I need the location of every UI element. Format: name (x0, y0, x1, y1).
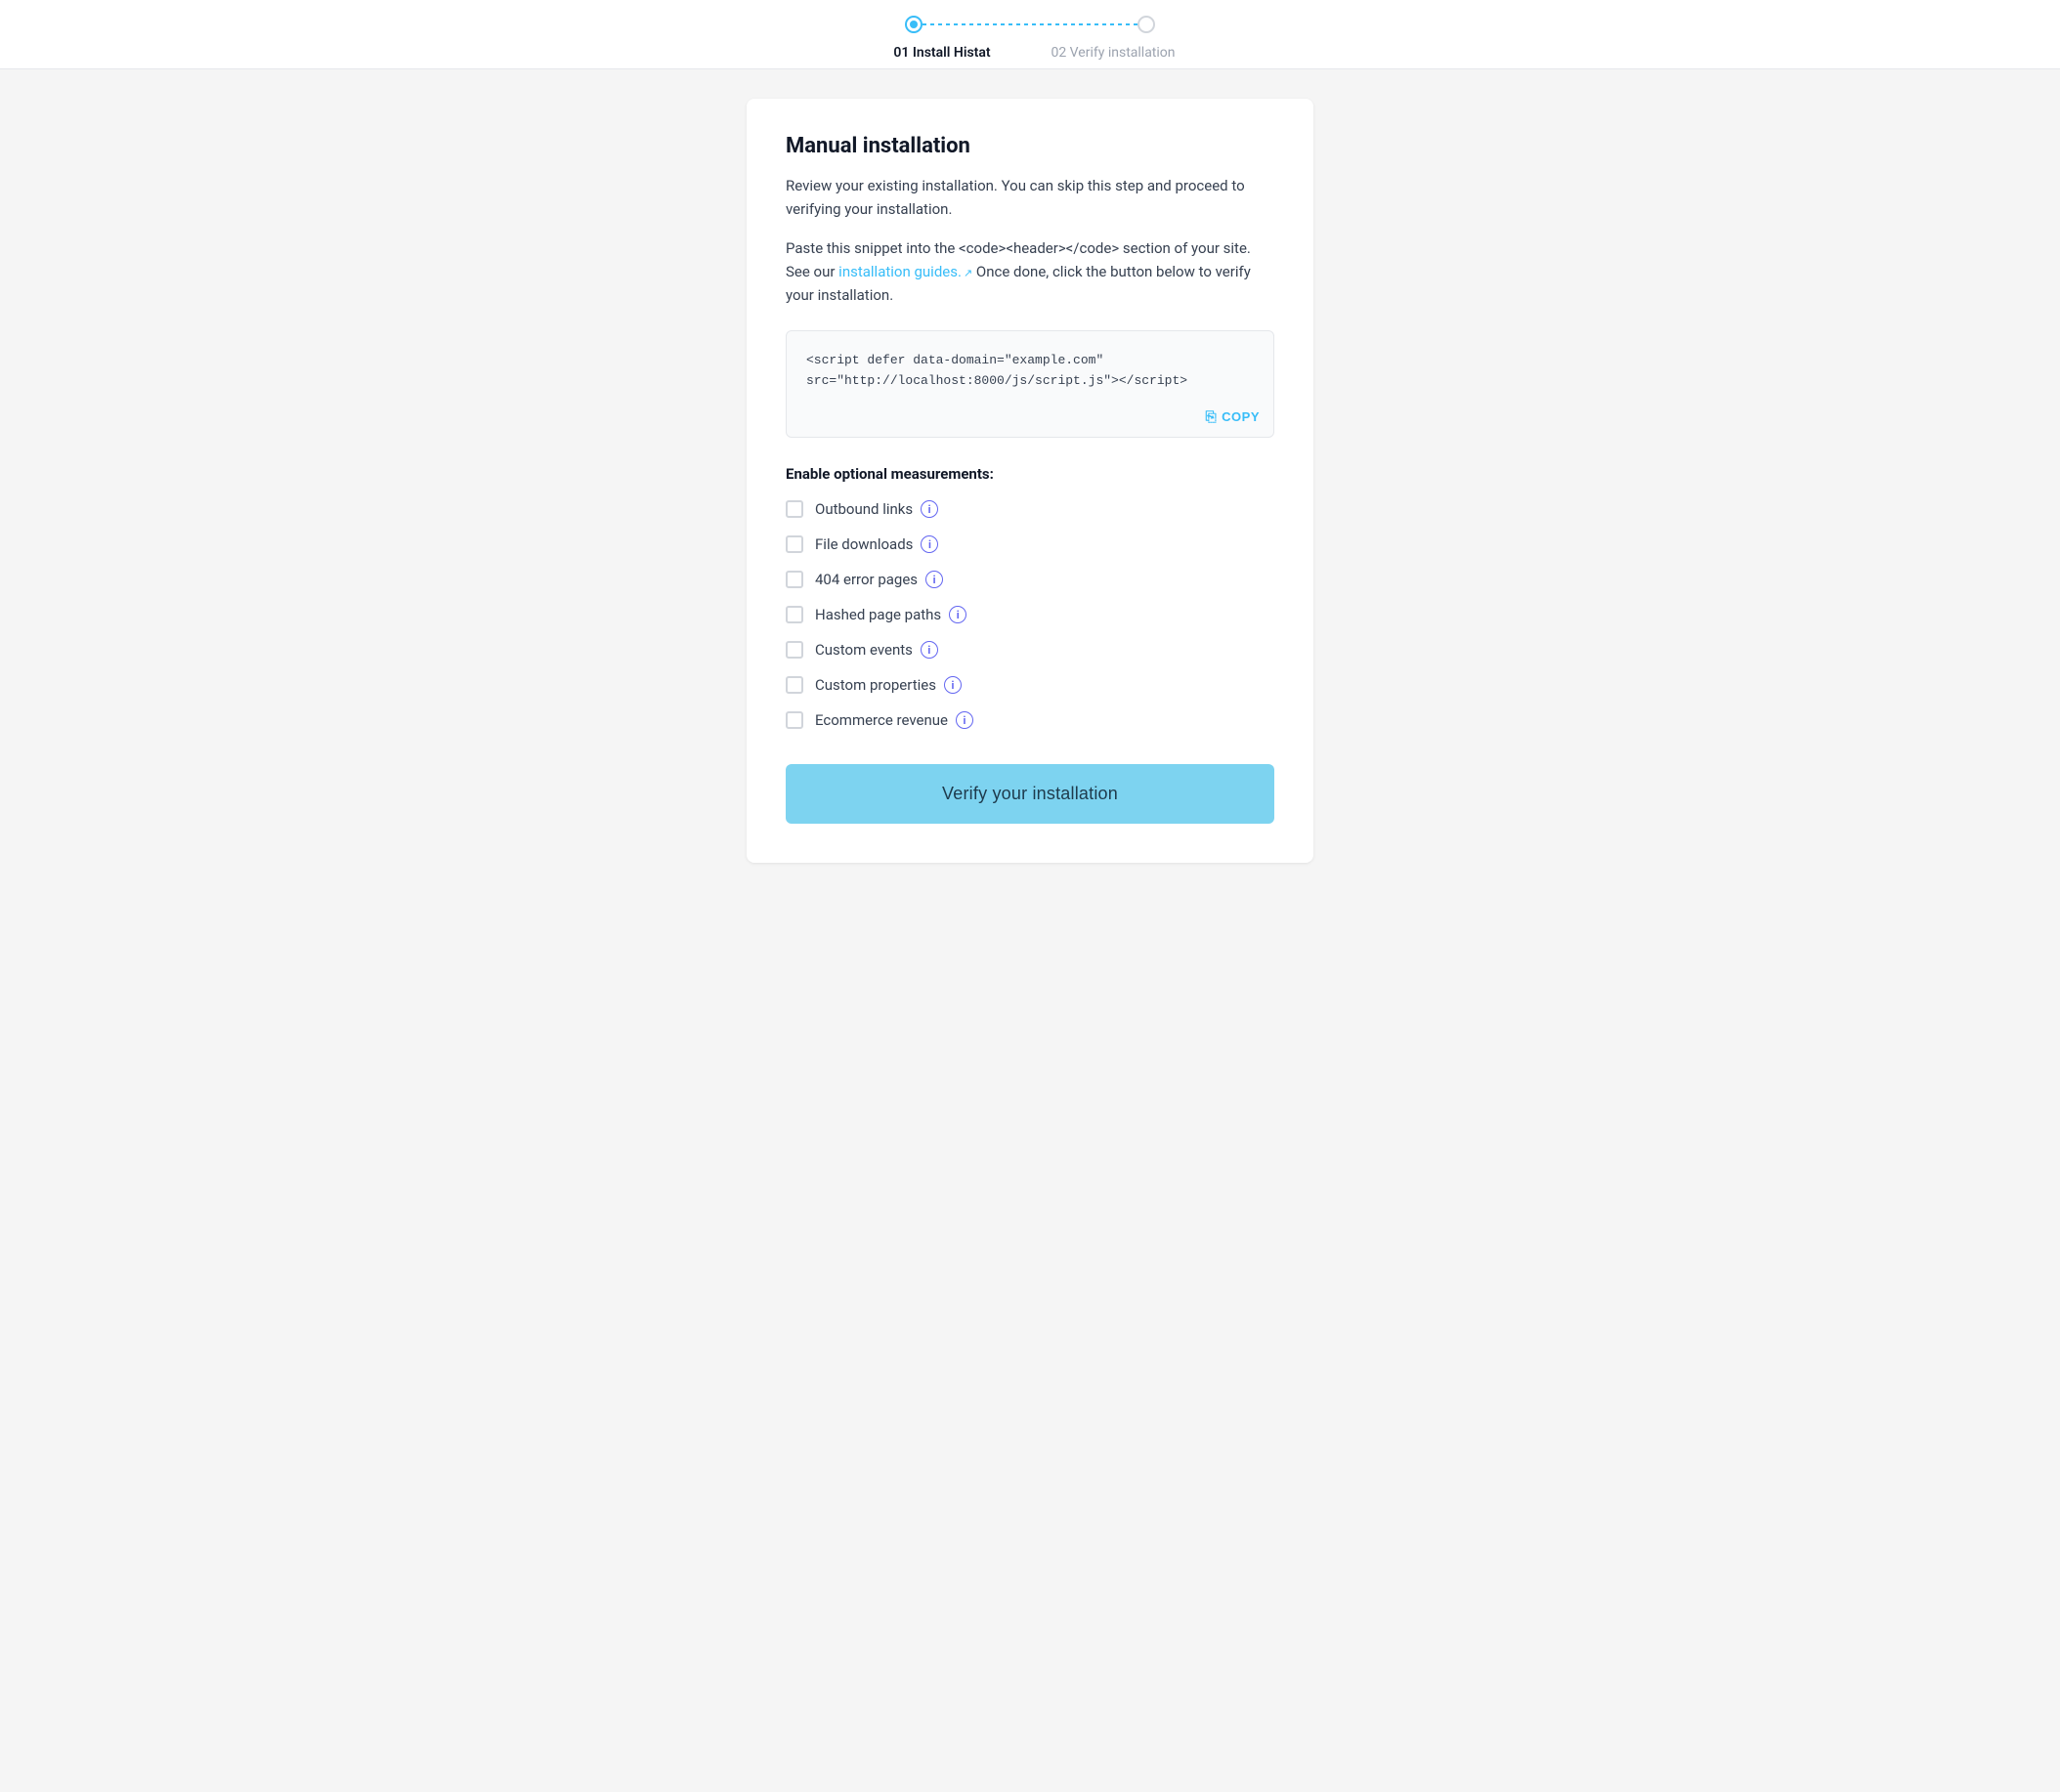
measurements-label: Enable optional measurements: (786, 465, 1274, 483)
customprops-info-icon[interactable]: i (944, 676, 962, 694)
copy-button[interactable]: ⎘ COPY (1205, 408, 1260, 425)
checkbox-item-customprops: Custom properties i (786, 676, 1274, 694)
checkbox-item-hashed: Hashed page paths i (786, 606, 1274, 623)
hashed-label-text: Hashed page paths (815, 606, 941, 623)
step-line (923, 23, 1137, 25)
step1-label: 01 Install Histat (859, 45, 1025, 61)
ecommerce-info-icon[interactable]: i (956, 711, 973, 729)
code-block: <script defer data-domain="example.com"s… (786, 330, 1274, 438)
filedownloads-checkbox[interactable] (786, 535, 803, 553)
404pages-checkbox[interactable] (786, 571, 803, 588)
ecommerce-checkbox[interactable] (786, 711, 803, 729)
main-card: Manual installation Review your existing… (747, 99, 1313, 863)
ecommerce-label: Ecommerce revenue i (815, 711, 973, 729)
hashed-info-icon[interactable]: i (949, 606, 966, 623)
customevents-info-icon[interactable]: i (921, 641, 938, 659)
filedownloads-label: File downloads i (815, 535, 938, 553)
hashed-checkbox[interactable] (786, 606, 803, 623)
step-labels: 01 Install Histat 02 Verify installation (859, 45, 1201, 61)
checkbox-item-customevents: Custom events i (786, 641, 1274, 659)
external-link-icon: ↗ (964, 265, 972, 282)
outbound-label: Outbound links i (815, 500, 938, 518)
step1-circle (905, 16, 923, 33)
customevents-checkbox[interactable] (786, 641, 803, 659)
customprops-checkbox[interactable] (786, 676, 803, 694)
step2-label: 02 Verify installation (1025, 45, 1201, 61)
outbound-label-text: Outbound links (815, 500, 913, 518)
customevents-label: Custom events i (815, 641, 938, 659)
checkbox-item-outbound: Outbound links i (786, 500, 1274, 518)
checkbox-list: Outbound links i File downloads i 404 er… (786, 500, 1274, 729)
404pages-label-text: 404 error pages (815, 571, 918, 588)
filedownloads-info-icon[interactable]: i (921, 535, 938, 553)
hashed-label: Hashed page paths i (815, 606, 966, 623)
step1-circle-inner (910, 21, 918, 28)
content-wrapper: Manual installation Review your existing… (727, 99, 1333, 863)
outbound-info-icon[interactable]: i (921, 500, 938, 518)
top-bar: 01 Install Histat 02 Verify installation (0, 0, 2060, 69)
verify-button[interactable]: Verify your installation (786, 764, 1274, 824)
checkbox-item-ecommerce: Ecommerce revenue i (786, 711, 1274, 729)
copy-label: COPY (1222, 409, 1260, 424)
404pages-label: 404 error pages i (815, 571, 943, 588)
ecommerce-label-text: Ecommerce revenue (815, 711, 948, 729)
filedownloads-label-text: File downloads (815, 535, 913, 553)
stepper (905, 16, 1155, 33)
404pages-info-icon[interactable]: i (925, 571, 943, 588)
checkbox-item-filedownloads: File downloads i (786, 535, 1274, 553)
checkbox-item-404pages: 404 error pages i (786, 571, 1274, 588)
customevents-label-text: Custom events (815, 641, 913, 659)
customprops-label: Custom properties i (815, 676, 962, 694)
card-desc2: Paste this snippet into the <code><heade… (786, 236, 1274, 307)
card-title: Manual installation (786, 134, 1274, 158)
code-snippet: <script defer data-domain="example.com"s… (806, 353, 1187, 388)
outbound-checkbox[interactable] (786, 500, 803, 518)
card-desc1: Review your existing installation. You c… (786, 174, 1274, 221)
copy-icon: ⎘ (1205, 408, 1217, 425)
customprops-label-text: Custom properties (815, 676, 936, 694)
installation-guides-link[interactable]: installation guides.↗ (838, 263, 976, 280)
step2-circle (1137, 16, 1155, 33)
